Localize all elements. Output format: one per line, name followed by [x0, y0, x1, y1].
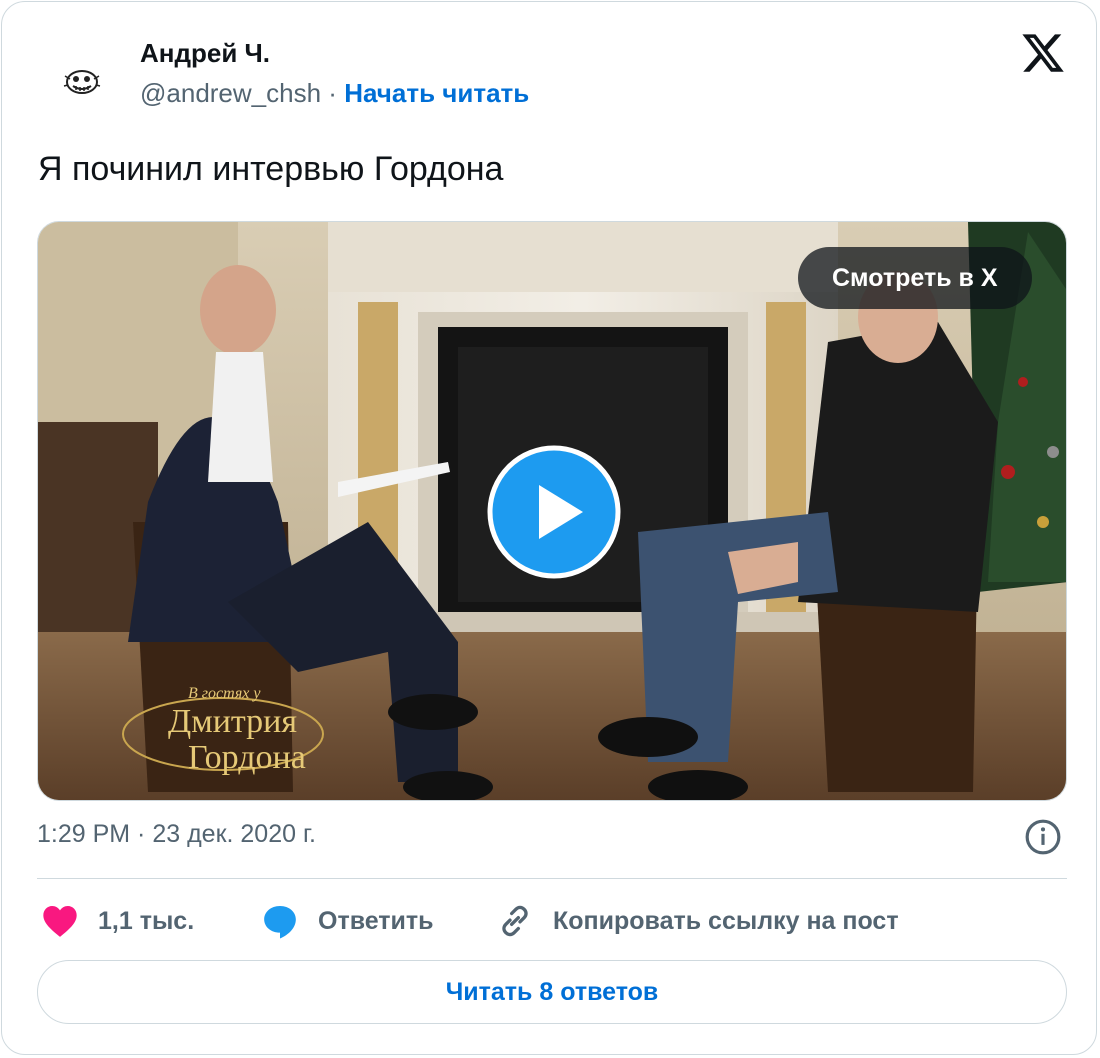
- author-handle[interactable]: @andrew_chsh: [140, 78, 321, 108]
- video-player[interactable]: В гостях у Дмитрия Гордона Смотреть в X: [37, 221, 1067, 801]
- show-logo-line1: В гостях у: [188, 685, 261, 702]
- separator-dot: ·: [328, 78, 337, 108]
- show-logo-line2: Дмитрия: [168, 703, 297, 740]
- tweet-timestamp[interactable]: 1:29 PM · 23 дек. 2020 г.: [37, 820, 316, 849]
- like-button[interactable]: 1,1 тыс.: [40, 898, 194, 944]
- copy-link-label: Копировать ссылку на пост: [553, 906, 899, 935]
- show-logo-line3: Гордона: [188, 739, 306, 776]
- reply-button[interactable]: Ответить: [260, 898, 434, 944]
- follow-link[interactable]: Начать читать: [344, 78, 529, 108]
- watch-on-x-button[interactable]: Смотреть в X: [798, 247, 1032, 309]
- play-icon[interactable]: [487, 445, 621, 579]
- like-count: 1,1 тыс.: [98, 906, 195, 935]
- avatar[interactable]: [54, 54, 110, 110]
- avatar-doodle-icon: [63, 70, 101, 94]
- show-logo: В гостях у Дмитрия Гордона: [122, 685, 324, 776]
- read-replies-button[interactable]: Читать 8 ответов: [37, 960, 1067, 1024]
- info-icon[interactable]: [1024, 818, 1062, 856]
- author-name[interactable]: Андрей Ч.: [140, 38, 270, 69]
- reply-label: Ответить: [318, 906, 434, 935]
- x-logo-icon[interactable]: [1020, 30, 1066, 76]
- tweet-text: Я починил интервью Гордона: [38, 150, 504, 188]
- copy-link-button[interactable]: Копировать ссылку на пост: [495, 898, 899, 944]
- speech-bubble-icon: [264, 906, 296, 939]
- heart-icon: [43, 906, 77, 937]
- link-icon: [502, 905, 528, 937]
- tweet-card: Андрей Ч. @andrew_chsh · Начать читать Я…: [1, 1, 1097, 1055]
- author-handle-row: @andrew_chsh · Начать читать: [140, 78, 529, 109]
- divider: [37, 878, 1067, 879]
